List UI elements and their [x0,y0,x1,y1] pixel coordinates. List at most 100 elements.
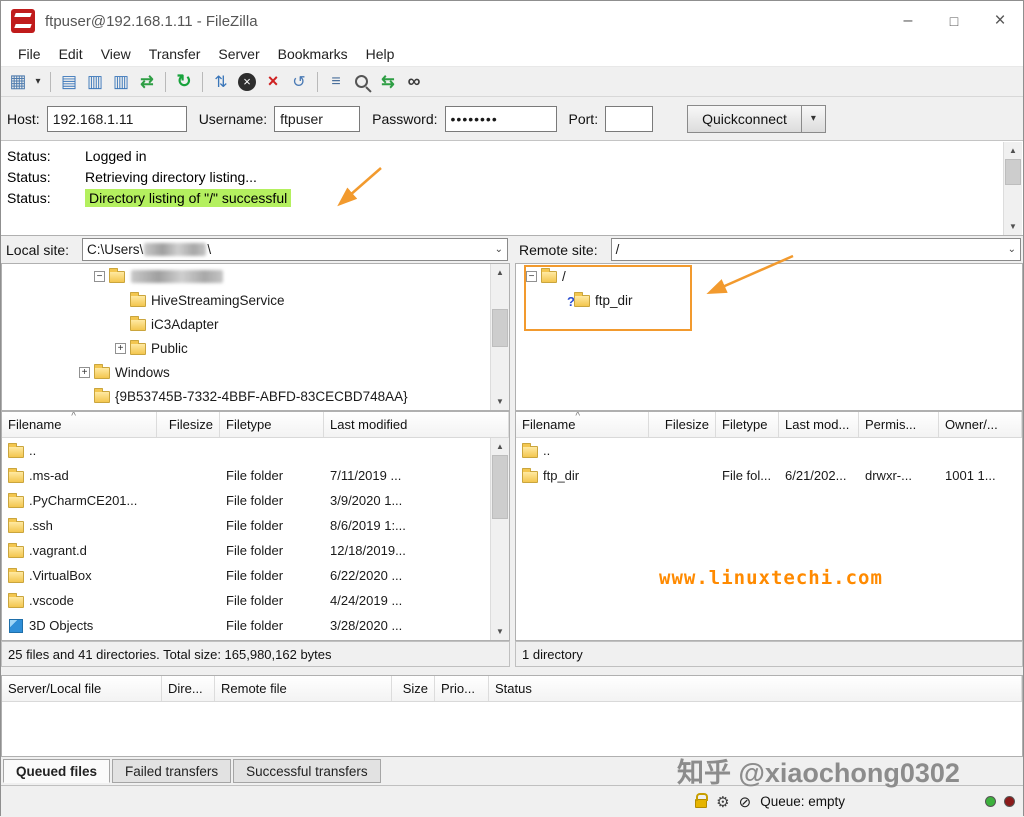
tab-failed-transfers[interactable]: Failed transfers [112,759,231,783]
column-remote-file[interactable]: Remote file [215,676,392,701]
menu-help[interactable]: Help [357,43,404,65]
file-row-ftp-dir[interactable]: ftp_dir File fol... 6/21/202... drwxr-..… [516,463,1022,488]
log-line: Status:Retrieving directory listing... [7,167,1023,188]
tree-item-guid-folder[interactable]: {9B53745B-7332-4BBF-ABFD-83CECBD748AA} [2,384,509,408]
column-filetype[interactable]: Filetype [220,412,324,437]
minimize-button[interactable] [885,1,931,41]
scroll-up-icon[interactable] [491,438,509,455]
file-row-parent[interactable]: .. [516,438,1022,463]
username-input[interactable]: ftpuser [274,106,360,132]
scrollbar-track[interactable] [491,455,509,623]
process-queue-icon[interactable]: ⇅ [209,70,233,94]
menu-edit[interactable]: Edit [50,43,92,65]
file-row[interactable]: .vscode File folder 4/24/2019 ... [2,588,509,613]
host-input[interactable]: 192.168.1.11 [47,106,187,132]
column-filename[interactable]: Filename [516,412,649,437]
menu-bookmarks[interactable]: Bookmarks [269,43,357,65]
gear-icon[interactable] [716,793,729,811]
column-direction[interactable]: Dire... [162,676,215,701]
queue-status-text: Queue: empty [760,794,845,809]
password-input[interactable]: •••••••• [445,106,557,132]
column-last-modified[interactable]: Last modified [324,412,509,437]
scroll-down-icon[interactable] [491,393,509,410]
column-filesize[interactable]: Filesize [649,412,716,437]
maximize-button[interactable] [931,1,977,41]
combo-dropdown-icon[interactable] [495,244,503,255]
cancel-operation-icon[interactable]: × [235,70,259,94]
directory-filter-icon[interactable]: ≡ [324,70,348,94]
scrollbar-thumb[interactable] [492,455,508,519]
local-site-combo[interactable]: C:\Users\\ [82,238,508,261]
menu-file[interactable]: File [9,43,50,65]
file-row[interactable]: .ssh File folder 8/6/2019 1:... [2,513,509,538]
disconnect-icon[interactable]: × [261,70,285,94]
scroll-down-icon[interactable] [491,623,509,640]
scroll-up-icon[interactable] [491,264,509,281]
column-filename[interactable]: Filename [2,412,157,437]
close-button[interactable] [977,1,1023,41]
tree-item-ftp-dir[interactable]: ? ftp_dir [516,288,1022,312]
file-row-3d-objects[interactable]: 3D Objects File folder 3/28/2020 ... [2,613,509,638]
menu-server[interactable]: Server [209,43,268,65]
tree-item-hivestreamingservice[interactable]: HiveStreamingService [2,288,509,312]
reconnect-icon[interactable]: ↺ [287,70,311,94]
tree-item-root[interactable]: / [516,264,1022,288]
toggle-remote-tree-icon[interactable]: ▥ [109,70,133,94]
column-owner[interactable]: Owner/... [939,412,1022,437]
file-row[interactable]: .VirtualBox File folder 6/22/2020 ... [2,563,509,588]
log-label: Status: [7,167,85,188]
file-row-parent[interactable]: .. [2,438,509,463]
tree-item-windows[interactable]: Windows [2,360,509,384]
scroll-up-icon[interactable] [1004,142,1022,159]
tab-queued-files[interactable]: Queued files [3,759,110,783]
synchronized-browsing-icon[interactable]: ∞ [402,70,426,94]
folder-icon [541,271,557,283]
column-server-local-file[interactable]: Server/Local file [2,676,162,701]
search-icon[interactable] [350,70,374,94]
local-tree-scrollbar[interactable] [490,264,509,410]
tree-item-public[interactable]: Public [2,336,509,360]
column-status[interactable]: Status [489,676,1022,701]
file-list-panels: Filename Filesize Filetype Last modified… [1,411,1023,641]
collapse-icon[interactable] [526,271,537,282]
file-row[interactable]: .ms-ad File folder 7/11/2019 ... [2,463,509,488]
expand-icon[interactable] [79,367,90,378]
local-files-scrollbar[interactable] [490,438,509,640]
site-manager-dropdown-icon[interactable]: ▾ [32,70,44,94]
tab-successful-transfers[interactable]: Successful transfers [233,759,381,783]
scrollbar-track[interactable] [1004,159,1022,218]
toggle-local-tree-icon[interactable]: ▥ [83,70,107,94]
column-size[interactable]: Size [392,676,435,701]
file-row[interactable]: .PyCharmCE201... File folder 3/9/2020 1.… [2,488,509,513]
quickconnect-button[interactable]: Quickconnect [687,105,802,133]
tree-item-ic3adapter[interactable]: iC3Adapter [2,312,509,336]
file-row[interactable]: .vagrant.d File folder 12/18/2019... [2,538,509,563]
menu-view[interactable]: View [92,43,140,65]
menu-transfer[interactable]: Transfer [140,43,210,65]
scrollbar-thumb[interactable] [1005,159,1021,185]
port-input[interactable] [605,106,653,132]
column-filesize[interactable]: Filesize [157,412,220,437]
column-last-modified[interactable]: Last mod... [779,412,859,437]
quickconnect-dropdown-button[interactable] [802,105,826,133]
scroll-down-icon[interactable] [1004,218,1022,235]
expand-icon[interactable] [115,343,126,354]
tree-item-blurred-user[interactable] [2,264,509,288]
column-priority[interactable]: Prio... [435,676,489,701]
lock-icon[interactable] [695,799,707,808]
scrollbar-track[interactable] [491,281,509,393]
folder-icon [94,391,110,403]
log-scrollbar[interactable] [1003,142,1022,235]
remote-site-combo[interactable]: / [611,238,1021,261]
column-filetype[interactable]: Filetype [716,412,779,437]
site-manager-icon[interactable]: ▦ [6,70,30,94]
blocked-icon[interactable] [739,793,752,811]
toggle-queue-view-icon[interactable]: ⇄ [135,70,159,94]
refresh-icon[interactable]: ↻ [172,70,196,94]
column-permissions[interactable]: Permis... [859,412,939,437]
collapse-icon[interactable] [94,271,105,282]
combo-dropdown-icon[interactable] [1008,244,1016,255]
scrollbar-thumb[interactable] [492,309,508,347]
toggle-log-view-icon[interactable]: ▤ [57,70,81,94]
compare-directories-icon[interactable]: ⇆ [376,70,400,94]
